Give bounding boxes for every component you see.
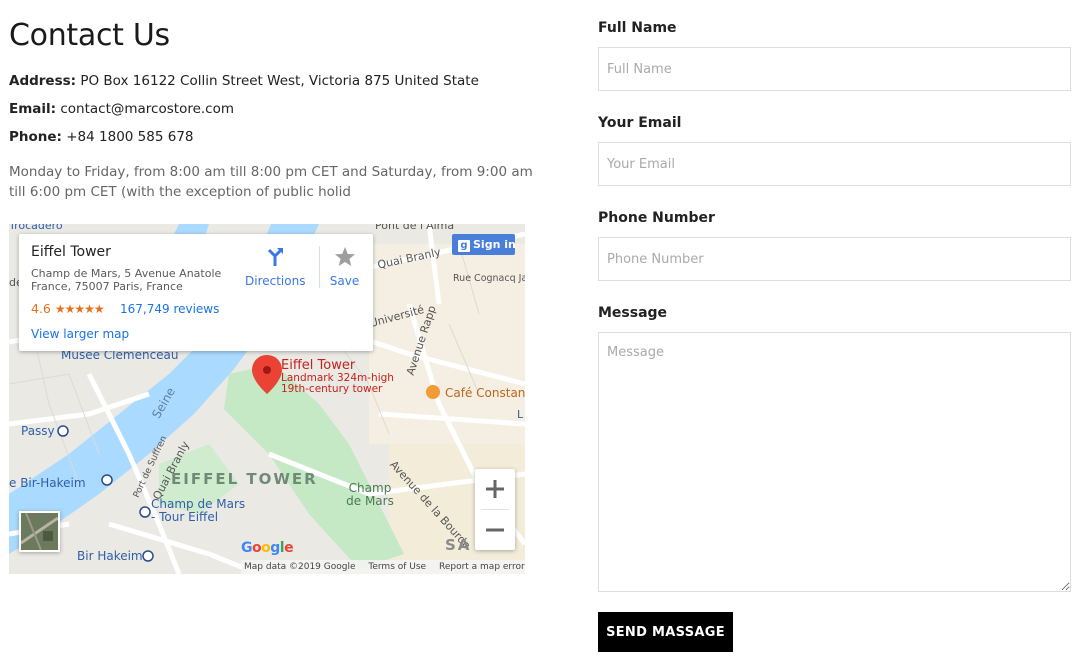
phone-label: Phone Number — [598, 210, 715, 226]
map-label-passy: Passy — [21, 424, 55, 438]
pin-title: Eiffel Tower — [281, 358, 356, 373]
rating-value: 4.6 — [31, 301, 51, 316]
map-label-champ-station: Champ de Mars - Tour Eiffel — [151, 497, 246, 524]
plus-icon — [486, 480, 504, 498]
address-label: Address: — [9, 73, 77, 89]
message-label: Message — [598, 305, 668, 321]
map-label-cafe: Café Constant — [445, 386, 525, 400]
send-message-button[interactable]: SEND MASSAGE — [598, 612, 733, 652]
phone-label: Phone: — [9, 129, 62, 145]
place-address: Champ de Mars, 5 Avenue Anatole France, … — [31, 267, 222, 293]
email-label: Email: — [9, 101, 57, 117]
hours-line-1: Monday to Friday, from 8:00 am till 8:00… — [9, 164, 533, 180]
minus-icon — [486, 528, 504, 532]
save-label: Save — [329, 274, 360, 288]
sign-in-button[interactable]: g Sign in — [452, 234, 516, 255]
satellite-thumbnail-icon — [21, 513, 58, 550]
map-label-trocadero: Trocadéro — [9, 224, 63, 232]
save-button[interactable]: Save — [319, 246, 369, 288]
map-label-right-l: L — [517, 408, 524, 421]
phone-line: Phone: +84 1800 585 678 — [9, 129, 194, 145]
place-title: Eiffel Tower — [31, 244, 111, 260]
rating-stars-icon: ★★★★★ — [54, 302, 105, 316]
map-label-champ-de-mars: Champ de Mars — [346, 481, 394, 508]
star-icon — [334, 247, 355, 266]
map-attribution: Map data ©2019 Google Terms of Use Repor… — [241, 560, 525, 574]
full-name-label: Full Name — [598, 20, 677, 36]
directions-label: Directions — [245, 274, 306, 288]
google-map[interactable]: Trocadéro Pont de l'Alma Quai Branly Rue… — [9, 224, 525, 574]
opening-hours: Monday to Friday, from 8:00 am till 8:00… — [9, 162, 533, 202]
reviews-link[interactable]: 167,749 reviews — [120, 302, 219, 316]
place-rating: 4.6 ★★★★★ — [31, 301, 105, 316]
hours-line-2: till 6:00 pm CET (with the exception of … — [9, 184, 351, 200]
google-g-icon: g — [458, 240, 470, 252]
view-larger-map-link[interactable]: View larger map — [31, 327, 129, 341]
map-label-rue-cognacq: Rue Cognacq Jay — [453, 273, 525, 284]
page-title: Contact Us — [9, 18, 170, 53]
sign-in-label: Sign in — [473, 238, 516, 251]
map-label-saint: SA — [445, 536, 472, 554]
full-name-input[interactable] — [598, 47, 1071, 91]
map-label-eiffel-big: EIFFEL TOWER — [171, 470, 318, 488]
zoom-controls — [475, 469, 515, 550]
satellite-view-toggle[interactable] — [19, 511, 60, 552]
message-textarea[interactable] — [598, 332, 1071, 592]
phone-value[interactable]: +84 1800 585 678 — [66, 129, 193, 145]
place-info-card: Eiffel Tower Champ de Mars, 5 Avenue Ana… — [19, 234, 373, 351]
email-line: Email: contact@marcostore.com — [9, 101, 234, 117]
email-label: Your Email — [598, 115, 682, 131]
google-logo: Google — [241, 540, 294, 556]
email-value[interactable]: contact@marcostore.com — [60, 101, 234, 117]
directions-icon — [267, 248, 283, 266]
terms-of-use-link[interactable]: Terms of Use — [368, 562, 426, 572]
map-label-bir-hakeim-top: e Bir-Hakeim — [9, 476, 86, 490]
map-data-text: Map data ©2019 Google — [244, 562, 356, 572]
zoom-in-button[interactable] — [475, 469, 515, 509]
email-input[interactable] — [598, 142, 1071, 186]
pin-sub-2: 19th-century tower — [281, 383, 383, 395]
address-value: PO Box 16122 Collin Street West, Victori… — [80, 73, 479, 89]
directions-button[interactable]: Directions — [245, 246, 305, 288]
map-label-pont-alma: Pont de l'Alma — [375, 224, 455, 232]
zoom-out-button[interactable] — [475, 510, 515, 550]
pin-label: Eiffel Tower Landmark 324m-high 19th-cen… — [281, 358, 394, 395]
report-map-error-link[interactable]: Report a map error — [439, 562, 525, 572]
phone-input[interactable] — [598, 237, 1071, 281]
map-label-bir-hakeim-bottom: Bir Hakeim — [77, 549, 143, 563]
address-line: Address: PO Box 16122 Collin Street West… — [9, 73, 479, 89]
